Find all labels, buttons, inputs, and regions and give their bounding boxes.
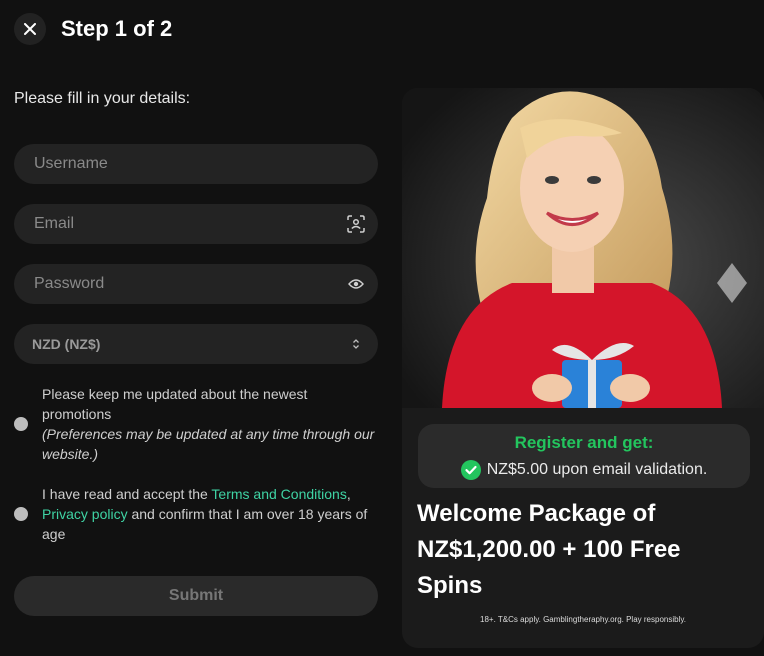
check-circle-icon — [460, 460, 481, 480]
email-field[interactable] — [14, 204, 378, 244]
username-input[interactable] — [32, 154, 360, 174]
id-scan-icon[interactable] — [346, 214, 366, 234]
privacy-link[interactable]: Privacy policy — [42, 506, 128, 522]
terms-prefix: I have read and accept the — [42, 486, 212, 502]
close-button[interactable] — [14, 13, 46, 45]
register-bonus-box: Register and get: NZ$5.00 upon email val… — [418, 424, 750, 488]
updates-consent-checkbox[interactable] — [14, 417, 28, 431]
password-input[interactable] — [32, 274, 360, 294]
eye-icon[interactable] — [346, 274, 366, 294]
register-title: Register and get: — [514, 433, 654, 452]
register-bonus-text: NZ$5.00 upon email validation. — [486, 461, 708, 478]
close-icon — [24, 23, 36, 35]
terms-consent-checkbox[interactable] — [14, 507, 28, 521]
updates-consent-note: (Preferences may be updated at any time … — [42, 426, 375, 462]
promo-panel: Register and get: NZ$5.00 upon email val… — [402, 88, 764, 648]
terms-consent-label: I have read and accept the Terms and Con… — [42, 484, 378, 544]
form-intro: Please fill in your details: — [14, 90, 191, 107]
header: Step 1 of 2 — [14, 10, 172, 48]
updates-consent-row: Please keep me updated about the newest … — [14, 384, 378, 464]
username-field[interactable] — [14, 144, 378, 184]
updates-consent-label: Please keep me updated about the newest … — [42, 384, 378, 464]
terms-consent-row: I have read and accept the Terms and Con… — [14, 484, 378, 544]
updates-consent-text: Please keep me updated about the newest … — [42, 386, 308, 422]
terms-comma: , — [346, 486, 351, 502]
page-title: Step 1 of 2 — [61, 16, 173, 41]
register-bonus-line: NZ$5.00 upon email validation. — [418, 460, 750, 480]
currency-selected-value: NZD (NZ$) — [32, 336, 101, 352]
currency-select[interactable]: NZD (NZ$) — [14, 324, 378, 364]
promo-disclaimer: 18+. T&Cs apply. Gamblingtheraphy.org. P… — [480, 615, 686, 624]
password-field[interactable] — [14, 264, 378, 304]
terms-link[interactable]: Terms and Conditions — [211, 486, 346, 502]
submit-button[interactable]: Submit — [14, 576, 378, 616]
email-input[interactable] — [32, 214, 360, 234]
promo-image — [402, 88, 764, 408]
sort-arrows-icon — [346, 334, 366, 354]
promo-headline: Welcome Package of NZ$1,200.00 + 100 Fre… — [417, 500, 681, 599]
